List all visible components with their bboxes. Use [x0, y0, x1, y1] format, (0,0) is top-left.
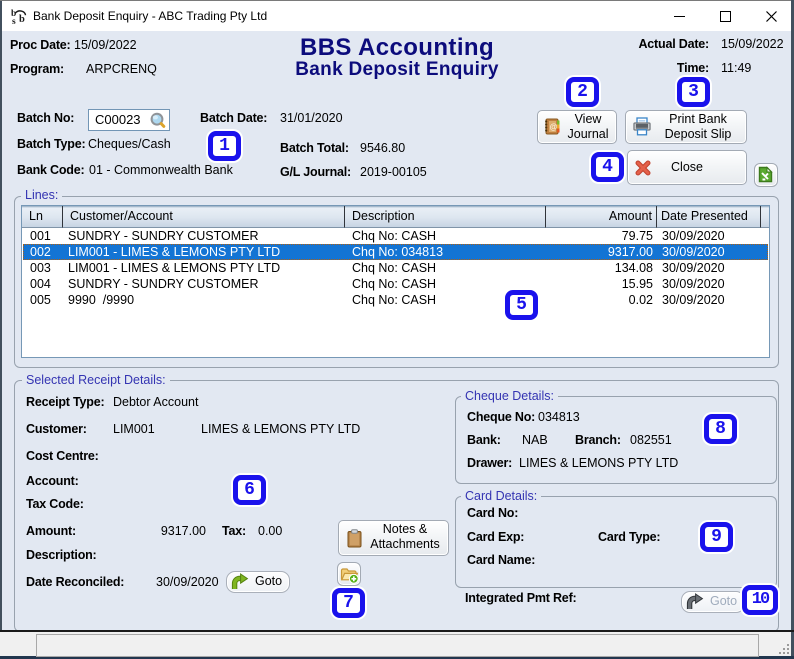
svg-text:s: s	[12, 17, 16, 25]
svg-text:@: @	[550, 123, 558, 132]
svg-text:b: b	[19, 14, 25, 25]
